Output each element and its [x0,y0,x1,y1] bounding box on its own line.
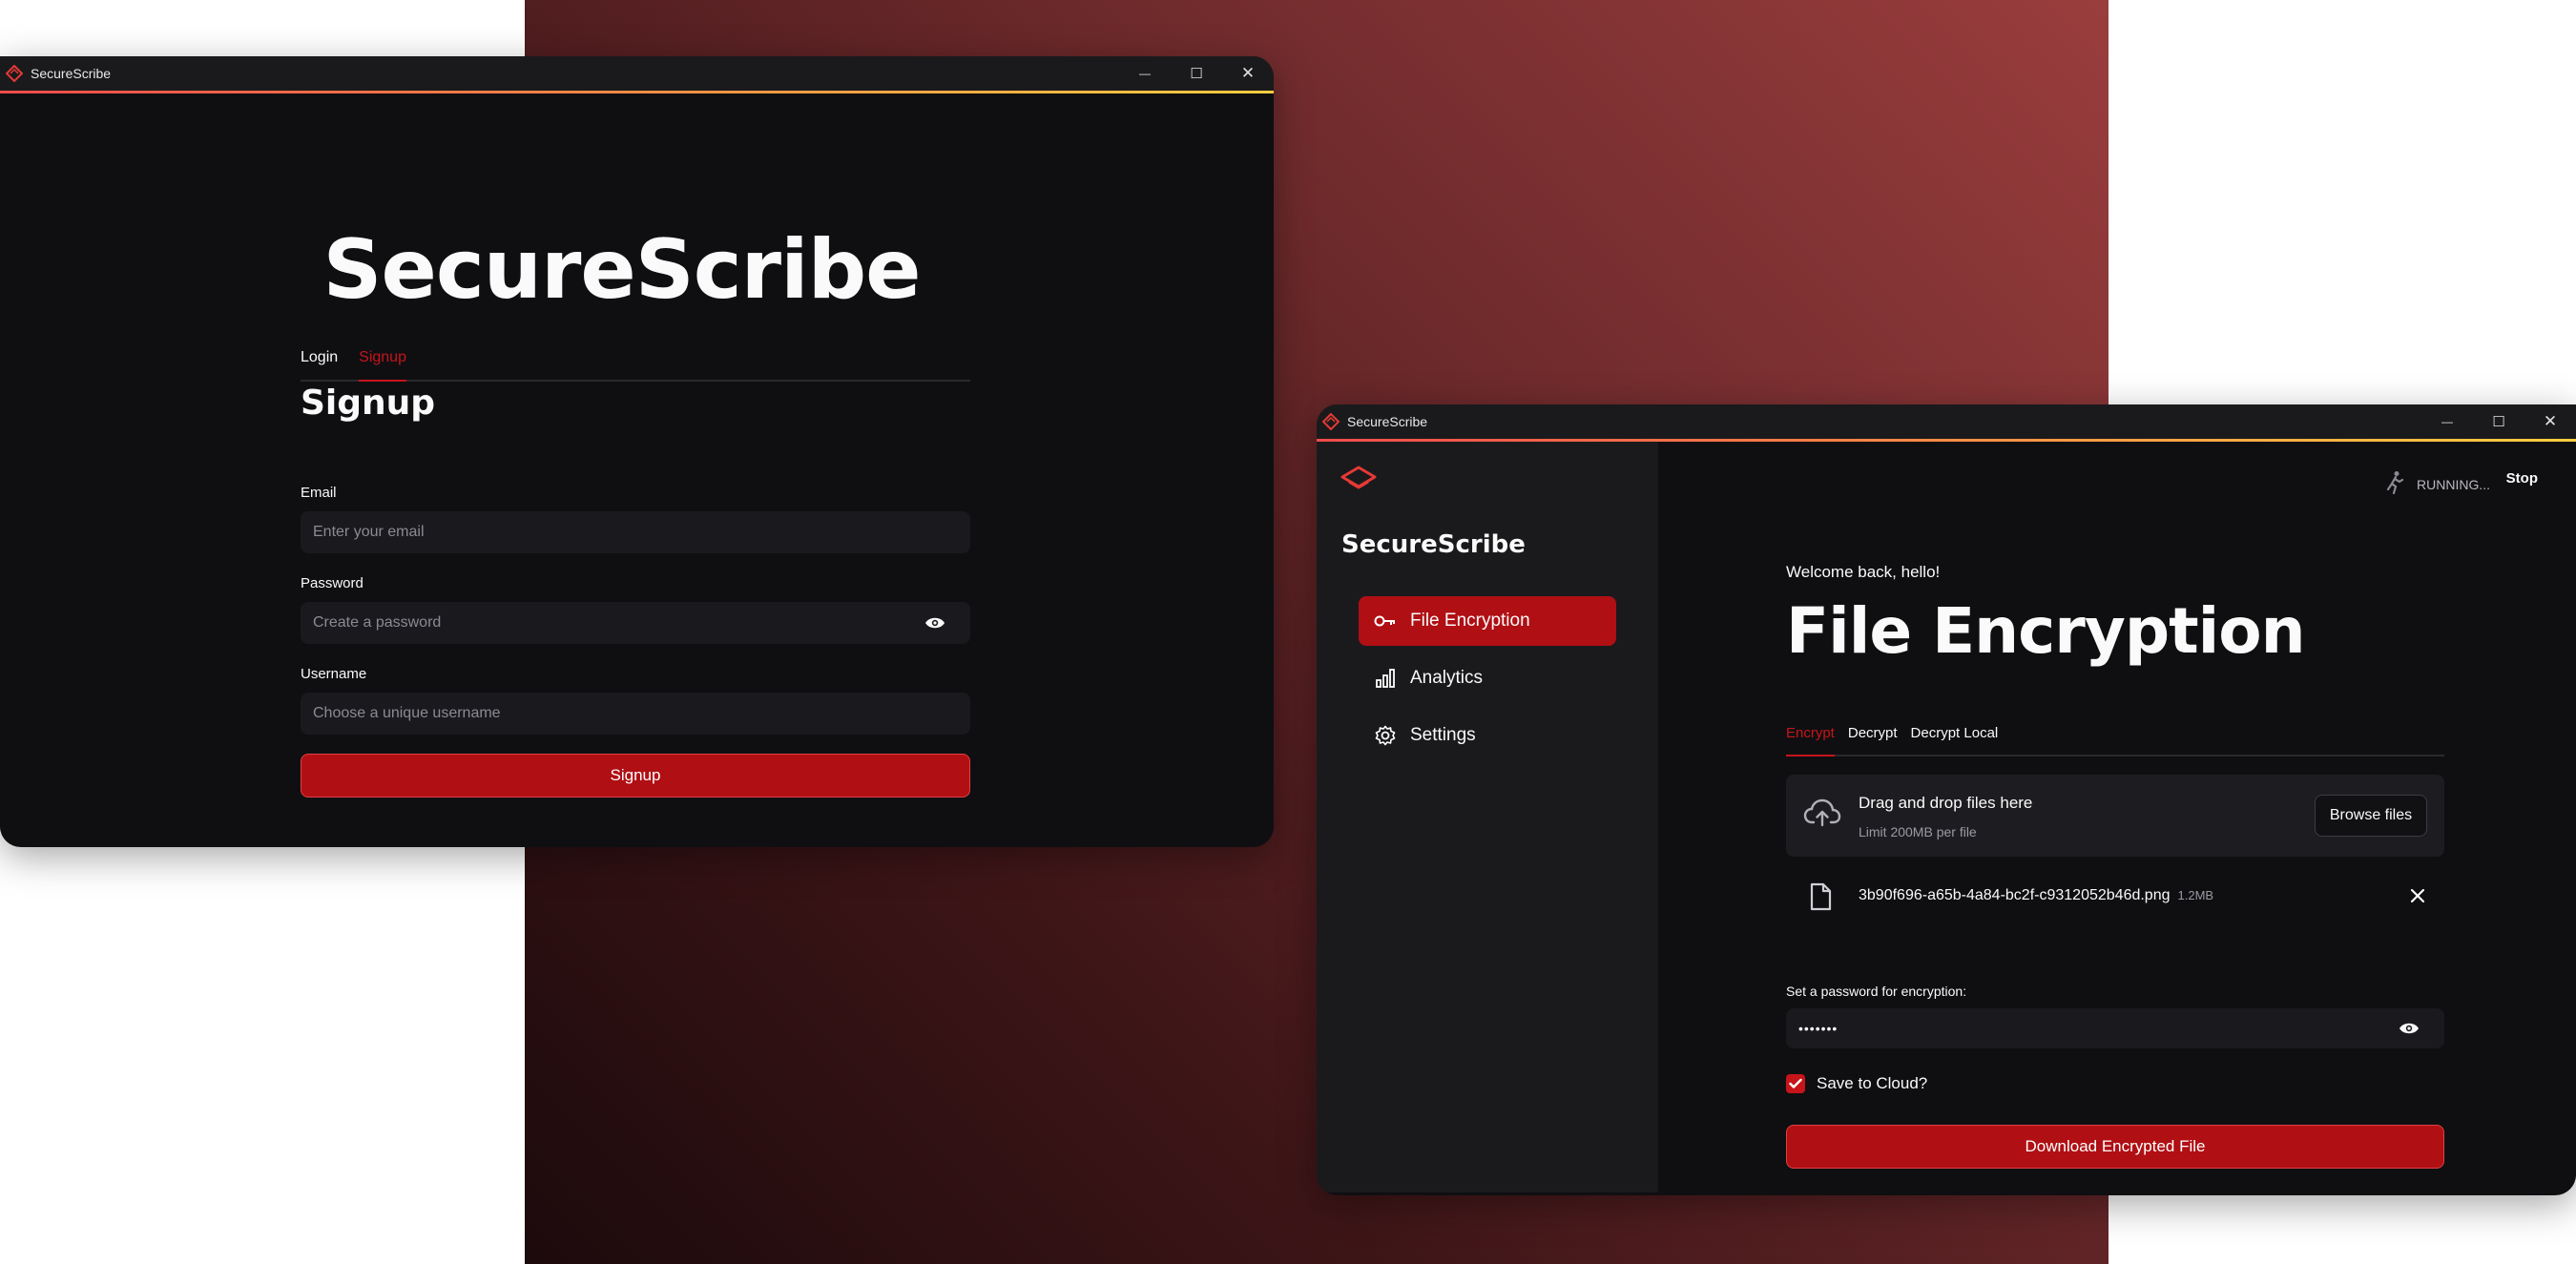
bar-chart-icon [1374,667,1397,690]
eye-icon[interactable] [924,615,946,631]
username-label: Username [301,666,367,682]
tab-decrypt[interactable]: Decrypt [1848,725,1898,755]
minimize-button[interactable]: — [2421,404,2473,439]
email-placeholder: Enter your email [313,524,425,540]
running-label: RUNNING... [2417,476,2490,492]
login-window: SecureScribe — ☐ ✕ SecureScribe Login Si… [0,56,1274,847]
running-man-icon [2384,470,2405,498]
sidebar: SecureScribe File Encryption Analytics S… [1317,442,1658,1192]
maximize-button[interactable]: ☐ [2473,404,2524,439]
browse-files-button[interactable]: Browse files [2315,795,2427,837]
close-icon [2411,889,2424,902]
sidebar-item-settings[interactable]: Settings [1359,711,1616,760]
titlebar: SecureScribe — ☐ ✕ [0,56,1274,93]
page-title: File Encryption [1786,594,2306,668]
tab-login[interactable]: Login [301,349,338,380]
welcome-message: Welcome back, hello! [1786,563,1941,581]
minimize-icon: — [2441,415,2453,428]
sidebar-item-label: File Encryption [1410,611,1530,631]
key-icon [1374,610,1397,632]
eye-icon[interactable] [2398,1021,2420,1036]
tab-decrypt-local[interactable]: Decrypt Local [1911,725,1999,755]
sidebar-item-label: Settings [1410,725,1476,745]
username-field[interactable]: Choose a unique username [301,693,970,735]
username-placeholder: Choose a unique username [313,705,501,721]
email-field[interactable]: Enter your email [301,511,970,553]
save-to-cloud-row: Save to Cloud? [1786,1074,1927,1093]
auth-tabs: Login Signup [301,349,970,382]
app-window: SecureScribe — ☐ ✕ SecureScribe File Enc… [1317,404,2576,1195]
encryption-password-label: Set a password for encryption: [1786,984,1967,999]
download-encrypted-button[interactable]: Download Encrypted File [1786,1125,2444,1169]
file-icon [1809,882,1834,913]
file-size: 1.2MB [2177,888,2214,902]
sidebar-item-file-encryption[interactable]: File Encryption [1359,596,1616,646]
encryption-tabs: Encrypt Decrypt Decrypt Local [1786,725,2444,756]
gear-icon [1374,724,1397,747]
minimize-icon: — [1139,67,1151,80]
password-field[interactable]: Create a password [301,602,970,644]
email-label: Email [301,485,337,501]
file-name-text: 3b90f696-a65b-4a84-bc2f-c9312052b46d.png [1859,887,2171,903]
check-icon [1789,1078,1802,1088]
password-placeholder: Create a password [313,614,442,631]
app-content: SecureScribe File Encryption Analytics S… [1317,442,2576,1192]
minimize-button[interactable]: — [1119,56,1171,91]
app-logo-icon [6,65,23,82]
close-icon: ✕ [1240,64,1256,82]
save-to-cloud-checkbox[interactable] [1786,1074,1805,1093]
encryption-password-field[interactable]: ••••••• [1786,1008,2444,1048]
layers-logo-icon [1340,465,1378,493]
remove-file-button[interactable] [2408,886,2427,905]
maximize-icon: ☐ [2492,414,2505,430]
cloud-upload-icon [1803,798,1841,832]
app-logo-icon [1322,413,1340,430]
form-heading: Signup [301,383,436,423]
login-content: SecureScribe Login Signup Signup Email E… [0,93,1274,844]
close-button[interactable]: ✕ [2524,404,2576,439]
password-label: Password [301,575,364,591]
uploaded-file-row: 3b90f696-a65b-4a84-bc2f-c9312052b46d.png… [1786,873,2444,921]
sidebar-item-analytics[interactable]: Analytics [1359,653,1616,703]
dropzone-title: Drag and drop files here [1859,794,2033,812]
close-button[interactable]: ✕ [1222,56,1274,91]
dropzone-limit: Limit 200MB per file [1859,824,1977,839]
file-name: 3b90f696-a65b-4a84-bc2f-c9312052b46d.png… [1859,887,2213,904]
window-title: SecureScribe [1347,414,1428,429]
close-icon: ✕ [2543,412,2558,430]
sidebar-item-label: Analytics [1410,668,1484,688]
main-panel: RUNNING... Stop Welcome back, hello! Fil… [1658,442,2576,1192]
running-status: RUNNING... [2384,470,2490,498]
password-value: ••••••• [1798,1021,1839,1036]
sidebar-brand: SecureScribe [1341,530,1526,559]
titlebar: SecureScribe — ☐ ✕ [1317,404,2576,442]
tab-encrypt[interactable]: Encrypt [1786,725,1835,756]
file-dropzone[interactable]: Drag and drop files here Limit 200MB per… [1786,775,2444,857]
maximize-button[interactable]: ☐ [1171,56,1222,91]
tab-signup[interactable]: Signup [359,349,406,382]
signup-button[interactable]: Signup [301,754,970,798]
brand-title: SecureScribe [322,222,922,318]
save-to-cloud-label: Save to Cloud? [1817,1074,1928,1092]
maximize-icon: ☐ [1190,66,1203,82]
stop-button[interactable]: Stop [2506,470,2538,487]
window-title: SecureScribe [31,66,112,81]
